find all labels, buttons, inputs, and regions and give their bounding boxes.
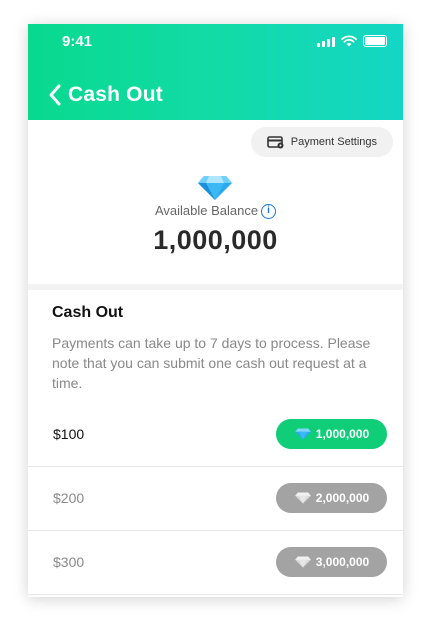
status-icons xyxy=(317,35,387,47)
cashout-option-row: $100 1,000,000 xyxy=(28,403,403,467)
back-button[interactable]: Cash Out xyxy=(48,83,163,107)
page-title: Cash Out xyxy=(68,83,163,106)
diamond-icon xyxy=(294,492,311,504)
option-amount: $300 xyxy=(53,554,85,570)
info-icon[interactable]: i xyxy=(261,204,277,220)
option-amount: $100 xyxy=(53,426,85,442)
card-settings-icon xyxy=(266,135,284,148)
cashout-description: Payments can take up to 7 days to proces… xyxy=(52,335,371,391)
redeem-price: 3,000,000 xyxy=(315,555,370,569)
available-balance-label: Available Balance i xyxy=(28,203,403,220)
cashout-title: Cash Out xyxy=(52,304,124,321)
app-header: 9:41 Cash Out xyxy=(28,24,403,120)
chevron-left-icon xyxy=(49,84,61,106)
diamond-icon xyxy=(294,428,311,440)
redeem-price: 1,000,000 xyxy=(315,427,370,441)
available-balance-text: Available Balance xyxy=(154,203,259,218)
cashout-option-row: $200 2,000,000 xyxy=(28,467,403,531)
option-amount: $200 xyxy=(53,490,85,506)
diamond-icon xyxy=(294,556,311,568)
redeem-button[interactable]: 1,000,000 xyxy=(276,419,387,449)
cashout-option-row: $300 3,000,000 xyxy=(28,531,403,595)
balance-value: 1,000,000 xyxy=(153,225,278,255)
status-time: 9:41 xyxy=(62,33,93,50)
redeem-button-disabled[interactable]: 2,000,000 xyxy=(276,483,387,513)
payment-settings-label: Payment Settings xyxy=(290,136,377,148)
phone-screen: 9:41 Cash Out Payment Settings Available… xyxy=(28,24,403,597)
redeem-button-disabled[interactable]: 3,000,000 xyxy=(276,547,387,577)
battery-icon xyxy=(363,35,387,47)
signal-icon xyxy=(317,36,335,47)
redeem-price: 2,000,000 xyxy=(315,491,370,505)
wifi-icon xyxy=(341,35,357,47)
cashout-card: Cash Out Payments can take up to 7 days … xyxy=(28,290,403,597)
payment-settings-button[interactable]: Payment Settings xyxy=(250,127,393,157)
diamond-icon xyxy=(197,175,233,206)
balance-section: Payment Settings Available Balance i 1,00… xyxy=(28,120,403,284)
